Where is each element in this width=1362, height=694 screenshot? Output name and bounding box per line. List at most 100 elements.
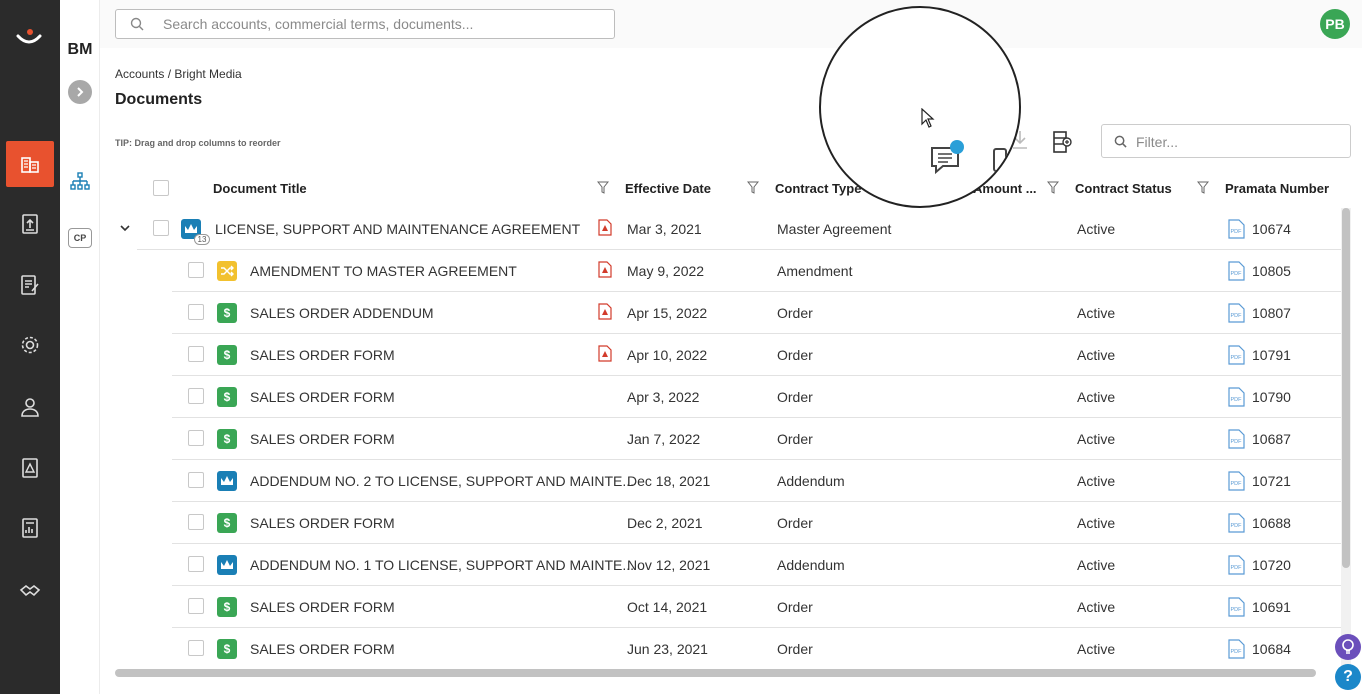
row-checkbox[interactable] [188,304,204,320]
nav-accounts[interactable] [6,141,54,187]
column-header-contract-type[interactable]: Contract Type [775,181,861,196]
document-title[interactable]: SALES ORDER FORM [250,431,395,447]
table-row[interactable]: ADDENDUM NO. 1 TO LICENSE, SUPPORT AND M… [172,544,1341,586]
pdf-icon[interactable]: PDF [1226,555,1246,575]
pdf-icon[interactable]: PDF [1226,429,1246,449]
pramata-number[interactable]: 10688 [1252,515,1291,531]
filter-funnel-icon[interactable] [1197,181,1209,194]
cp-button[interactable]: CP [68,228,92,248]
expand-button[interactable] [68,80,92,104]
document-title[interactable]: SALES ORDER FORM [250,641,395,657]
pramata-number[interactable]: 10790 [1252,389,1291,405]
row-checkbox[interactable] [188,640,204,656]
search-input[interactable] [163,14,603,34]
nav-handshake[interactable] [6,566,54,612]
pdf-icon[interactable]: PDF [1226,387,1246,407]
nav-reports[interactable] [6,505,54,551]
column-header-document-title[interactable]: Document Title [213,181,307,196]
pramata-number[interactable]: 10674 [1252,221,1291,237]
nav-alerts[interactable] [6,445,54,491]
pramata-number[interactable]: 10720 [1252,557,1291,573]
pdf-icon[interactable]: PDF [1226,597,1246,617]
row-checkbox[interactable] [188,262,204,278]
table-row[interactable]: AMENDMENT TO MASTER AGREEMENT May 9, 2022… [172,250,1341,292]
help-icon[interactable]: ? [1335,664,1361,690]
chevron-down-icon[interactable] [119,222,131,234]
filter-input[interactable] [1136,132,1336,152]
row-checkbox[interactable] [188,598,204,614]
pramata-number[interactable]: 10684 [1252,641,1291,657]
pramata-number[interactable]: 10791 [1252,347,1291,363]
contract-type: Addendum [777,557,845,573]
breadcrumb[interactable]: Accounts / Bright Media [115,67,242,81]
vertical-scrollbar[interactable] [1342,208,1350,568]
pramata-number[interactable]: 10805 [1252,263,1291,279]
document-title[interactable]: SALES ORDER FORM [250,599,395,615]
effective-date: Dec 18, 2021 [627,473,711,489]
pdf-icon[interactable]: PDF [1226,471,1246,491]
pdf-icon[interactable]: PDF [1226,261,1246,281]
pdf-icon[interactable]: PDF [1226,345,1246,365]
table-row[interactable]: ADDENDUM NO. 2 TO LICENSE, SUPPORT AND M… [172,460,1341,502]
pramata-number[interactable]: 10807 [1252,305,1291,321]
select-all-checkbox[interactable] [153,180,169,196]
document-title[interactable]: SALES ORDER ADDENDUM [250,305,434,321]
nav-settings[interactable] [6,322,54,368]
column-header-effective-date[interactable]: Effective Date [625,181,711,196]
table-row[interactable]: $ SALES ORDER ADDENDUM Apr 15, 2022 Order Ac… [172,292,1341,334]
effective-date: Apr 3, 2022 [627,389,700,405]
pdf-icon[interactable]: PDF [1226,639,1246,659]
reorder-tip: TIP: Drag and drop columns to reorder [115,138,281,148]
svg-text:PDF: PDF [1231,313,1243,319]
pramata-number[interactable]: 10721 [1252,473,1291,489]
document-title[interactable]: ADDENDUM NO. 2 TO LICENSE, SUPPORT AND M… [250,473,634,489]
column-header-contract-status[interactable]: Contract Status [1075,181,1172,196]
logo-icon[interactable] [14,24,44,48]
column-chooser-icon[interactable] [1050,130,1074,154]
document-title[interactable]: SALES ORDER FORM [250,515,395,531]
column-header-pramata-number[interactable]: Pramata Number [1225,181,1329,196]
device-icon[interactable] [993,148,1007,172]
pramata-number[interactable]: 10691 [1252,599,1291,615]
contract-type: Amendment [777,263,853,279]
document-title[interactable]: ADDENDUM NO. 1 TO LICENSE, SUPPORT AND M… [250,557,634,573]
document-title[interactable]: LICENSE, SUPPORT AND MAINTENANCE AGREEME… [215,221,580,237]
row-checkbox[interactable] [188,514,204,530]
pdf-icon[interactable]: PDF [1226,513,1246,533]
filter-funnel-icon[interactable] [597,181,609,194]
nav-edit-document[interactable] [6,262,54,308]
pdf-icon[interactable]: PDF [1226,219,1246,239]
pdf-alert-icon [598,303,612,320]
filter-funnel-icon[interactable] [1047,181,1059,194]
table-row[interactable]: $ SALES ORDER FORM Oct 14, 2021 Order Active… [172,586,1341,628]
table-row[interactable]: $ SALES ORDER FORM Jan 7, 2022 Order Active P… [172,418,1341,460]
row-checkbox[interactable] [188,346,204,362]
document-title[interactable]: SALES ORDER FORM [250,389,395,405]
table-row[interactable]: $ SALES ORDER FORM Dec 2, 2021 Order Active P… [172,502,1341,544]
dollar-icon: $ [217,429,237,449]
row-checkbox[interactable] [188,556,204,572]
filter-funnel-icon[interactable] [747,181,759,194]
nav-users[interactable] [6,384,54,430]
svg-text:PDF: PDF [1231,481,1243,487]
row-checkbox[interactable] [188,388,204,404]
document-title[interactable]: SALES ORDER FORM [250,347,395,363]
row-checkbox[interactable] [153,220,169,236]
search-icon [130,17,144,31]
pdf-icon[interactable]: PDF [1226,303,1246,323]
lightbulb-icon[interactable] [1335,634,1361,660]
table-row[interactable]: $ SALES ORDER FORM Apr 10, 2022 Order Active… [172,334,1341,376]
table-row[interactable]: $ SALES ORDER FORM Jun 23, 2021 Order Active… [172,628,1341,668]
user-avatar[interactable]: PB [1320,9,1350,39]
contract-type: Order [777,347,813,363]
row-checkbox[interactable] [188,430,204,446]
horizontal-scrollbar[interactable] [115,669,1316,677]
document-title[interactable]: AMENDMENT TO MASTER AGREEMENT [250,263,517,279]
nav-upload[interactable] [6,201,54,247]
table-row[interactable]: $ SALES ORDER FORM Apr 3, 2022 Order Active P… [172,376,1341,418]
contract-status: Active [1077,641,1116,657]
pramata-number[interactable]: 10687 [1252,431,1291,447]
hierarchy-icon[interactable] [70,172,90,192]
table-row-parent[interactable]: 13 LICENSE, SUPPORT AND MAINTENANCE AGRE… [120,208,1341,250]
row-checkbox[interactable] [188,472,204,488]
